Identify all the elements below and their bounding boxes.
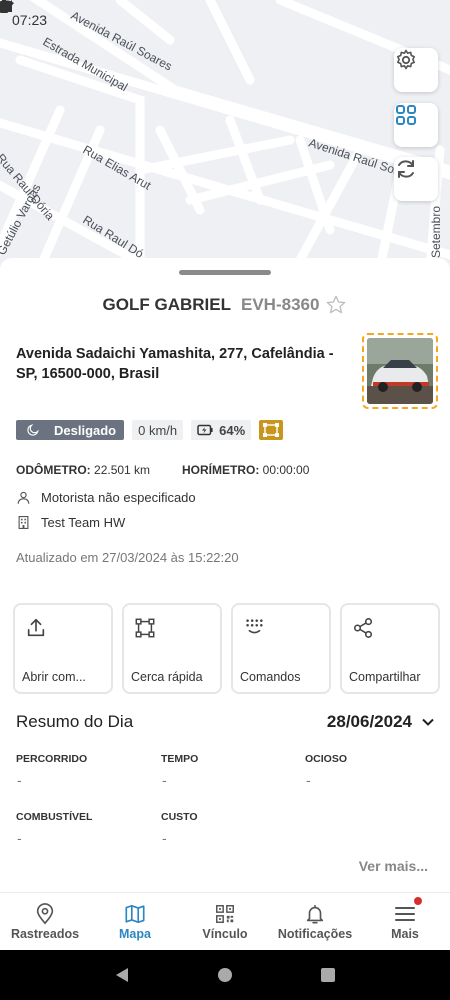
driver-name: Motorista não especificado xyxy=(41,490,196,505)
nav-label: Mapa xyxy=(119,926,151,941)
battery-value: 64% xyxy=(219,422,246,438)
refresh-icon xyxy=(398,160,414,178)
sheet-drag-handle[interactable] xyxy=(179,270,271,275)
nav-label: Notificações xyxy=(277,926,353,941)
star-icon[interactable] xyxy=(325,294,347,316)
nav-notifications[interactable]: Notificações xyxy=(270,893,360,950)
vehicle-photo-image xyxy=(367,338,433,404)
app-screen: Avenida Raúl Soares Estrada Municipal Ru… xyxy=(0,0,450,1000)
map-streets: Avenida Raúl Soares Estrada Municipal Ru… xyxy=(0,0,450,268)
commands-label: Comandos xyxy=(240,670,301,684)
hourmeter: HORÍMETRO: 00:00:00 xyxy=(182,463,309,477)
see-more-link[interactable]: Ver mais... xyxy=(359,858,428,874)
date-selector[interactable]: 28/06/2024 xyxy=(327,712,434,732)
status-bar: 07:23 xyxy=(0,0,450,40)
back-icon[interactable] xyxy=(114,967,130,983)
nav-label: Rastreados xyxy=(10,926,80,941)
bell-icon xyxy=(306,904,324,924)
nav-more[interactable]: Mais xyxy=(360,893,450,950)
nav-label: Vínculo xyxy=(202,926,248,941)
recents-icon[interactable] xyxy=(320,967,336,983)
vehicle-name: GOLF GABRIEL xyxy=(102,295,231,314)
summary-date: 28/06/2024 xyxy=(326,712,412,731)
map-settings-button[interactable] xyxy=(394,48,438,92)
vehicle-plate: EVH-8360 xyxy=(241,295,320,314)
stat-label: PERCORRIDO xyxy=(16,753,88,765)
odometer-value: 22.501 km xyxy=(94,463,151,477)
nav-label: Mais xyxy=(391,926,419,941)
stat-label: COMBUSTÍVEL xyxy=(16,811,93,823)
fence-icon xyxy=(263,423,280,437)
hourmeter-value: 00:00:00 xyxy=(262,463,310,477)
nav-map[interactable]: Mapa xyxy=(90,893,180,950)
system-navigation-bar xyxy=(0,950,450,1000)
stat-label: OCIOSO xyxy=(305,753,348,765)
status-badges: Desligado 0 km/h 64% xyxy=(16,420,284,440)
battery-badge: 64% xyxy=(191,420,252,440)
grid-icon xyxy=(396,105,416,125)
fence-badge xyxy=(259,420,284,440)
driver-line: Motorista não especificado xyxy=(16,490,196,505)
notification-dot xyxy=(414,897,422,905)
stat-value: - xyxy=(17,830,22,846)
quick-fence-label: Cerca rápida xyxy=(131,670,203,684)
upload-icon xyxy=(27,618,45,637)
person-icon xyxy=(17,491,30,504)
map-view[interactable]: Avenida Raúl Soares Estrada Municipal Ru… xyxy=(0,0,450,268)
quick-actions: Abrir com... Cerca rápida Comandos Compa… xyxy=(13,603,440,694)
commands-icon xyxy=(246,619,263,634)
bottom-navigation: Rastreados Mapa Vínculo Notificações Mai… xyxy=(0,892,450,950)
team-name: Test Team HW xyxy=(41,515,126,530)
qr-code-icon xyxy=(216,904,234,923)
map-refresh-button[interactable] xyxy=(394,157,438,201)
nav-tracked[interactable]: Rastreados xyxy=(0,893,90,950)
speed-badge: 0 km/h xyxy=(132,420,184,440)
vehicle-address: Avenida Sadaichi Yamashita, 277, Cafelân… xyxy=(16,346,334,382)
speed-value: 0 km/h xyxy=(138,422,178,438)
stat-label: TEMPO xyxy=(161,753,199,765)
location-pin-icon xyxy=(36,902,54,924)
battery-status-icon xyxy=(0,0,8,13)
chevron-down-icon xyxy=(422,718,434,726)
street-label: Setembro xyxy=(429,206,443,258)
menu-icon xyxy=(395,906,415,921)
map-icon xyxy=(125,904,145,923)
share-icon xyxy=(353,618,373,638)
day-summary-header: Resumo do Dia 28/06/2024 xyxy=(16,712,434,732)
vehicle-details-sheet: GOLF GABRIEL EVH-8360 Avenida Sadaichi Y… xyxy=(0,258,450,892)
quick-fence-button[interactable]: Cerca rápida xyxy=(122,603,222,694)
ignition-status-badge: Desligado xyxy=(16,420,125,440)
stat-value: - xyxy=(17,772,22,788)
open-with-button[interactable]: Abrir com... xyxy=(13,603,113,694)
vehicle-title-row: GOLF GABRIEL EVH-8360 xyxy=(0,294,450,316)
stat-value: - xyxy=(162,830,167,846)
odometer: ODÔMETRO: 22.501 km xyxy=(16,463,150,477)
fence-icon xyxy=(135,618,155,638)
ignition-status-label: Desligado xyxy=(54,422,117,438)
map-layers-button[interactable] xyxy=(394,103,438,147)
day-summary-title: Resumo do Dia xyxy=(16,712,134,731)
share-label: Compartilhar xyxy=(349,670,421,684)
building-icon xyxy=(18,516,29,529)
open-with-label: Abrir com... xyxy=(22,670,86,684)
share-button[interactable]: Compartilhar xyxy=(340,603,440,694)
stat-value: - xyxy=(306,772,311,788)
odometer-label: ODÔMETRO: xyxy=(16,463,91,477)
updated-timestamp: Atualizado em 27/03/2024 às 15:22:20 xyxy=(16,550,239,565)
meters-row: ODÔMETRO: 22.501 km HORÍMETRO: 00:00:00 xyxy=(16,463,309,477)
battery-charging-icon xyxy=(197,424,213,436)
gear-icon xyxy=(397,49,415,70)
nav-link[interactable]: Vínculo xyxy=(180,893,270,950)
moon-icon xyxy=(27,424,39,436)
status-time: 07:23 xyxy=(12,12,48,28)
stat-value: - xyxy=(162,772,167,788)
vehicle-photo[interactable] xyxy=(362,333,438,409)
hourmeter-label: HORÍMETRO: xyxy=(182,463,260,477)
team-line: Test Team HW xyxy=(16,515,125,530)
stat-label: CUSTO xyxy=(161,811,198,823)
home-icon[interactable] xyxy=(217,967,233,983)
commands-button[interactable]: Comandos xyxy=(231,603,331,694)
